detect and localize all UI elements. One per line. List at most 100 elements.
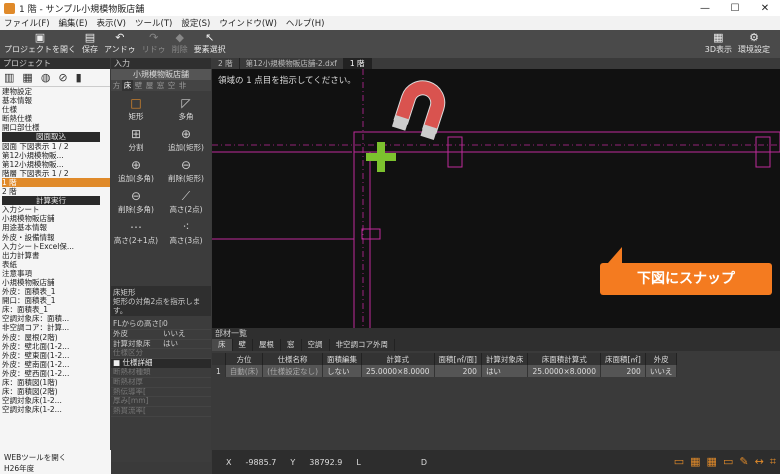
height-2plus1-tool[interactable]: ⋯ 高さ(2+1点) xyxy=(111,219,161,246)
tab-dxf[interactable]: 第12小規模物販店舗-2.dxf xyxy=(240,58,344,69)
delete-polygon-tool[interactable]: ⊖ 削除(多角) xyxy=(111,188,161,215)
tree-item[interactable]: 空調対象床(1-2... xyxy=(2,396,110,405)
tree-item[interactable]: 階層 下図表示 1 / 2 xyxy=(2,169,110,178)
add-rect-tool[interactable]: ⊕ 追加(矩形) xyxy=(161,126,211,153)
tree-item[interactable]: 断熱仕様 xyxy=(2,114,110,123)
tree-item[interactable]: 非空調コア：計算... xyxy=(2,323,110,332)
col-floor-area[interactable]: 床面積[㎡] xyxy=(600,353,646,365)
tree-item[interactable]: 1 階 xyxy=(2,177,110,188)
tree-item[interactable]: 床：面積図(2階) xyxy=(2,387,110,396)
save-button[interactable]: ▤ 保存 xyxy=(82,32,98,55)
tab-wall[interactable]: 壁 xyxy=(133,80,144,91)
tab-nonac-core[interactable]: 非空調コア外周 xyxy=(330,339,395,351)
building-icon[interactable]: ▥ xyxy=(4,71,14,84)
tree-item[interactable]: 外皮：壁南面(1-2... xyxy=(2,360,110,369)
monitor-icon[interactable]: ▭ xyxy=(674,455,684,469)
split-tool[interactable]: ⊞ 分割 xyxy=(111,126,161,153)
tab-window[interactable]: 窓 xyxy=(281,339,302,351)
col-spec[interactable]: 仕様名称 xyxy=(262,353,323,365)
tab-wall[interactable]: 壁 xyxy=(233,339,253,351)
height-2pt-tool[interactable]: ⟋ 高さ(2点) xyxy=(161,188,211,215)
view-3d-button[interactable]: ▦ 3D表示 xyxy=(705,32,732,55)
grid-fine-icon[interactable]: ▦ xyxy=(707,455,717,469)
minimize-icon[interactable]: — xyxy=(690,3,720,14)
table-row[interactable]: 1 自動(床) (仕様設定なし) しない 25.0000×8.0000 200 … xyxy=(212,365,678,377)
tree-item[interactable]: 外皮：壁西面(1-2... xyxy=(2,369,110,378)
tree-item[interactable]: 計算実行 xyxy=(2,196,100,206)
col-calc-floor[interactable]: 計算対象床 xyxy=(481,353,529,365)
tree-item[interactable]: 第12小規模物販... xyxy=(2,160,110,169)
rect-tool[interactable]: □ 矩形 xyxy=(111,95,161,122)
tab-aircon[interactable]: 空調 xyxy=(302,339,330,351)
tree-item[interactable]: 開口：面積表_1 xyxy=(2,296,110,305)
table-icon[interactable]: ▦ xyxy=(22,71,32,84)
tree-item[interactable]: 出力計算書 xyxy=(2,251,110,260)
tab-floor-1[interactable]: 1 階 xyxy=(343,58,372,69)
menu-settings[interactable]: 設定(S) xyxy=(181,17,210,29)
tree-item[interactable]: 外皮：面積表_1 xyxy=(2,287,110,296)
globe-icon[interactable]: ◍ xyxy=(41,71,51,84)
tree-item[interactable]: 空調対象床：面積... xyxy=(2,314,110,323)
tab-floor-2[interactable]: 2 階 xyxy=(212,58,240,69)
redo-button[interactable]: ↷ リドゥ xyxy=(142,32,166,55)
settings-button[interactable]: ⚙ 環境設定 xyxy=(738,32,770,55)
display-icon[interactable]: ▭ xyxy=(723,455,733,469)
menu-view[interactable]: 表示(V) xyxy=(97,17,126,29)
tree-item[interactable]: 2 階 xyxy=(2,187,110,196)
col-envelope[interactable]: 外皮 xyxy=(645,353,678,365)
tab-floor[interactable]: 床 xyxy=(212,339,233,351)
tree-item[interactable]: 入力シートExcel保... xyxy=(2,242,110,251)
col-area[interactable]: 面積[㎡/面] xyxy=(434,353,482,365)
menu-edit[interactable]: 編集(E) xyxy=(59,17,88,29)
tree-item[interactable]: 注意事項 xyxy=(2,269,110,278)
tab-roof[interactable]: 屋 xyxy=(144,80,155,91)
col-formula[interactable]: 計算式 xyxy=(361,353,435,365)
tree-item[interactable]: 小規模物販店舗 xyxy=(2,278,110,287)
menu-window[interactable]: ウインドウ(W) xyxy=(219,17,277,29)
tree-item[interactable]: 建物設定 xyxy=(2,87,110,96)
col-edit[interactable]: 面積編集 xyxy=(322,353,362,365)
col-floor-formula[interactable]: 床面積計算式 xyxy=(527,353,601,365)
close-icon[interactable]: ✕ xyxy=(750,3,780,14)
grid-icon[interactable]: ▦ xyxy=(690,455,700,469)
tree-item[interactable]: 表紙 xyxy=(2,260,110,269)
link-icon[interactable]: ⊘ xyxy=(58,71,67,84)
tab-nonac[interactable]: 非 xyxy=(177,80,188,91)
arrows-icon[interactable]: ↔ xyxy=(755,455,764,469)
col-direction[interactable]: 方位 xyxy=(225,353,264,365)
tree-item[interactable]: 外皮：壁東面(1-2... xyxy=(2,351,110,360)
select-element-button[interactable]: ↖ 要素選択 xyxy=(194,32,226,55)
crosshair-icon[interactable]: ⌗ xyxy=(770,455,776,469)
tree-item[interactable]: 床：面積表_1 xyxy=(2,305,110,314)
tab-direction[interactable]: 方 xyxy=(111,80,122,91)
tree-item[interactable]: 基本情報 xyxy=(2,96,110,105)
tree-item[interactable]: 外皮・設備情報 xyxy=(2,233,110,242)
tree-item[interactable]: 外皮：屋根(2階) xyxy=(2,333,110,342)
maximize-icon[interactable]: ☐ xyxy=(720,3,750,14)
height-3pt-tool[interactable]: ⁖ 高さ(3点) xyxy=(161,219,211,246)
tab-roof[interactable]: 屋根 xyxy=(253,339,281,351)
tab-floor[interactable]: 床 xyxy=(122,80,133,91)
tree-item[interactable]: 図面取込 xyxy=(2,132,100,142)
book-icon[interactable]: ▮ xyxy=(76,71,82,84)
tree-item[interactable]: 仕様 xyxy=(2,105,110,114)
polygon-tool[interactable]: ◸ 多角 xyxy=(161,95,211,122)
tree-item[interactable]: 図面 下図表示 1 / 2 xyxy=(2,142,110,151)
tree-item[interactable]: 入力シート xyxy=(2,205,110,214)
tree-item[interactable]: 開口部仕様 xyxy=(2,123,110,132)
menu-help[interactable]: ヘルプ(H) xyxy=(286,17,325,29)
tree-item[interactable]: 外皮：壁北面(1-2... xyxy=(2,342,110,351)
tree-item[interactable]: 用途基本情報 xyxy=(2,223,110,232)
open-project-button[interactable]: ▣ プロジェクトを開く xyxy=(4,32,76,55)
prop-row[interactable]: 計算対象床 はい xyxy=(111,339,211,350)
tree-item[interactable]: 床：面積図(1階) xyxy=(2,378,110,387)
tree-item[interactable]: 空調対象床(1-2... xyxy=(2,405,110,414)
delete-rect-tool[interactable]: ⊖ 削除(矩形) xyxy=(161,157,211,184)
menu-file[interactable]: ファイル(F) xyxy=(4,17,50,29)
prop-row[interactable]: 外皮 いいえ xyxy=(111,329,211,340)
prop-row[interactable]: FLからの高さ[m]0 xyxy=(111,319,211,330)
pencil-icon[interactable]: ✎ xyxy=(739,455,748,469)
add-polygon-tool[interactable]: ⊕ 追加(多角) xyxy=(111,157,161,184)
tab-window[interactable]: 窓 xyxy=(155,80,166,91)
delete-button[interactable]: ◆ 削除 xyxy=(172,32,188,55)
